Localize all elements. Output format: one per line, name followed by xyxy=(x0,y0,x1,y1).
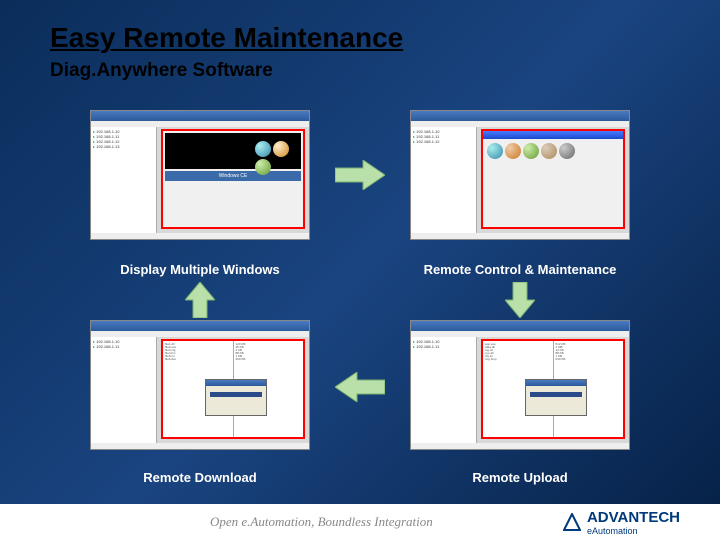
arrow-up-icon xyxy=(185,282,215,318)
footer-tagline: Open e.Automation, Boundless Integration xyxy=(210,514,433,530)
caption-bottom-right: Remote Upload xyxy=(410,470,630,485)
arrow-left-icon xyxy=(335,372,385,402)
slide-title: Easy Remote Maintenance xyxy=(50,22,403,54)
caption-bottom-left: Remote Download xyxy=(90,470,310,485)
screenshot-display-multiple-windows: 192.168.1.10 192.168.1.11 192.168.1.12 1… xyxy=(90,110,310,240)
caption-top-left: Display Multiple Windows xyxy=(90,262,310,277)
caption-top-right: Remote Control & Maintenance xyxy=(410,262,630,277)
slide-subtitle: Diag.Anywhere Software xyxy=(50,60,273,82)
footer-logo-sub: eAutomation xyxy=(587,526,680,536)
footer-bar: Open e.Automation, Boundless Integration… xyxy=(0,504,720,540)
advantech-logo: ADVANTECH eAutomation xyxy=(563,509,680,536)
screenshot-remote-download: 192.168.1.10 192.168.1.11 file1.dllfile2… xyxy=(90,320,310,450)
arrow-down-icon xyxy=(505,282,535,318)
screenshot-remote-control: 192.168.1.10 192.168.1.11 192.168.1.12 xyxy=(410,110,630,240)
footer-logo-text: ADVANTECH xyxy=(587,509,680,526)
arrow-right-icon xyxy=(335,160,385,190)
screenshot-remote-upload: 192.168.1.10 192.168.1.11 app.exedata.db… xyxy=(410,320,630,450)
